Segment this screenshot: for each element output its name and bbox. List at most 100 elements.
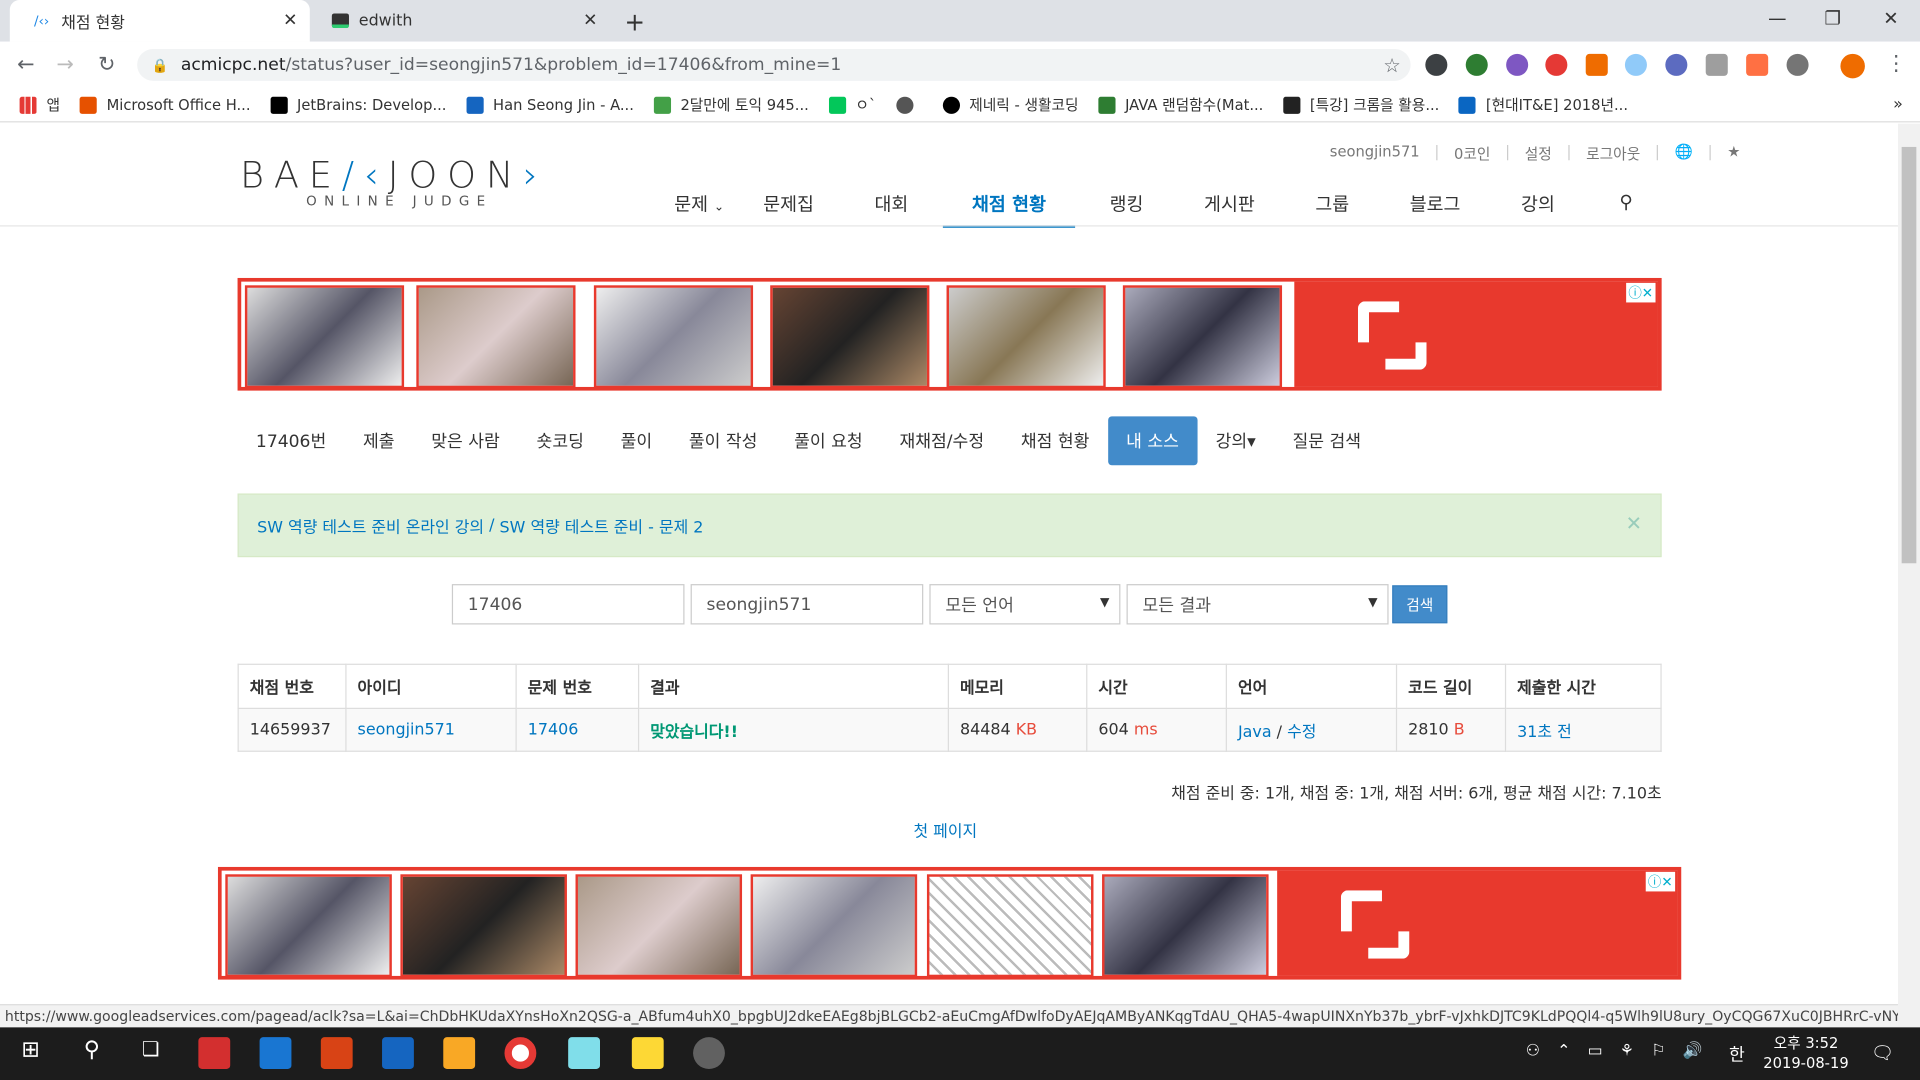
- edit-link[interactable]: 수정: [1287, 723, 1316, 741]
- extension-icon[interactable]: [1705, 53, 1728, 76]
- powerpoint-icon[interactable]: [320, 1037, 353, 1069]
- subnav-solution[interactable]: 풀이: [602, 416, 670, 465]
- result-select[interactable]: 모든 결과 ▼: [1126, 584, 1389, 625]
- bookmark-item[interactable]: Han Seong Jin - A...: [466, 96, 634, 114]
- user-link[interactable]: seongjin571: [358, 721, 455, 739]
- extension-icon[interactable]: [1665, 53, 1688, 76]
- star-icon[interactable]: ★: [1727, 143, 1740, 164]
- bookmark-item[interactable]: 제네릭 - 생활코딩: [942, 94, 1079, 115]
- settings-icon[interactable]: [693, 1037, 725, 1069]
- subnav-rejudge[interactable]: 재채점/수정: [881, 416, 1002, 465]
- globe-icon[interactable]: 🌐: [1675, 143, 1693, 164]
- subnav-problem[interactable]: 17406번: [238, 416, 345, 465]
- forward-icon[interactable]: →: [56, 53, 73, 77]
- extension-icon[interactable]: [1746, 53, 1769, 76]
- nav-ranking[interactable]: 랭킹: [1075, 184, 1178, 228]
- extension-icon[interactable]: [1425, 53, 1448, 76]
- profile-avatar[interactable]: [1840, 53, 1865, 79]
- close-icon[interactable]: ✕: [1626, 512, 1642, 535]
- ad-banner-top[interactable]: ⓘ✕: [237, 277, 1662, 391]
- ime-indicator[interactable]: 한: [1729, 1042, 1745, 1066]
- tab-status[interactable]: /‹› 채점 현황 ✕: [9, 0, 310, 42]
- close-icon[interactable]: ✕: [583, 11, 597, 31]
- word-icon[interactable]: [382, 1037, 414, 1069]
- notification-icon[interactable]: 🗨: [1871, 1042, 1894, 1064]
- app-icon[interactable]: [568, 1037, 601, 1069]
- bookmark-item[interactable]: [895, 96, 923, 114]
- site-logo[interactable]: BAE/‹JOON›: [240, 154, 548, 197]
- ad-banner-bottom[interactable]: ⓘ✕: [217, 866, 1682, 980]
- bookmark-item[interactable]: JAVA 랜덤함수(Mat...: [1098, 94, 1263, 115]
- subnav-lecture[interactable]: 강의▾: [1197, 416, 1274, 465]
- subnav-solvers[interactable]: 맞은 사람: [413, 416, 518, 465]
- chevron-right-icon[interactable]: »: [1893, 96, 1903, 114]
- user-id-input[interactable]: seongjin571: [690, 584, 924, 625]
- bookmark-item[interactable]: 2달만에 토익 945...: [653, 94, 809, 115]
- settings-link[interactable]: 설정: [1525, 143, 1552, 164]
- subnav-write-solution[interactable]: 풀이 작성: [671, 416, 776, 465]
- extension-icon[interactable]: [1786, 53, 1809, 76]
- nav-workbook[interactable]: 문제집: [737, 184, 840, 228]
- extension-icon[interactable]: [1624, 53, 1647, 76]
- alert-link-problem[interactable]: SW 역량 테스트 준비 - 문제 2: [500, 514, 704, 537]
- chrome-icon[interactable]: [504, 1037, 537, 1069]
- app-icon[interactable]: [259, 1037, 292, 1069]
- bookmark-item[interactable]: ㅇ`: [828, 94, 876, 115]
- problem-link[interactable]: 17406: [528, 721, 579, 739]
- alert-link-course[interactable]: SW 역량 테스트 준비 온라인 강의: [257, 514, 484, 537]
- extension-icon[interactable]: [1465, 53, 1488, 76]
- language-select[interactable]: 모든 언어 ▼: [929, 584, 1121, 625]
- search-button[interactable]: 검색: [1392, 585, 1448, 624]
- app-icon[interactable]: [198, 1037, 231, 1069]
- file-explorer-icon[interactable]: [443, 1037, 476, 1069]
- subnav-request-solution[interactable]: 풀이 요청: [776, 416, 881, 465]
- subnav-question-search[interactable]: 질문 검색: [1274, 416, 1379, 465]
- kakaotalk-icon[interactable]: [631, 1037, 664, 1069]
- subnav-submit[interactable]: 제출: [345, 416, 413, 465]
- tab-edwith[interactable]: edwith ✕: [310, 0, 610, 42]
- scrollbar-thumb[interactable]: [1901, 146, 1917, 564]
- extension-icon[interactable]: [1545, 53, 1568, 76]
- extension-icon[interactable]: [1585, 53, 1608, 76]
- close-icon[interactable]: ✕: [283, 11, 297, 31]
- extension-icon[interactable]: [1506, 53, 1529, 76]
- nav-status[interactable]: 채점 현황: [942, 184, 1076, 228]
- bookmark-item[interactable]: [특강] 크롬을 활용...: [1282, 94, 1439, 115]
- logout-link[interactable]: 로그아웃: [1586, 143, 1640, 164]
- close-window-icon[interactable]: ✕: [1883, 7, 1898, 29]
- clock[interactable]: 오후 3:52 2019-08-19: [1763, 1033, 1848, 1072]
- restore-icon[interactable]: ❐: [1825, 7, 1841, 29]
- nav-problems[interactable]: 문제 ⌄: [661, 184, 737, 228]
- subnav-my-source[interactable]: 내 소스: [1107, 416, 1198, 466]
- new-tab-icon[interactable]: +: [624, 7, 645, 36]
- nav-contest[interactable]: 대회: [840, 184, 943, 228]
- nav-blog[interactable]: 블로그: [1384, 184, 1487, 228]
- search-icon[interactable]: ⚲: [1589, 184, 1662, 228]
- task-view-icon[interactable]: ❏: [135, 1037, 167, 1069]
- bookmark-item[interactable]: 앱: [19, 94, 60, 115]
- reload-icon[interactable]: ↻: [98, 53, 115, 77]
- coin-link[interactable]: 0코인: [1454, 143, 1490, 164]
- first-page-link[interactable]: 첫 페이지: [913, 818, 977, 841]
- search-icon[interactable]: ⚲: [76, 1037, 108, 1069]
- nav-board[interactable]: 게시판: [1178, 184, 1281, 228]
- subnav-shortcoding[interactable]: 숏코딩: [518, 416, 602, 465]
- subnav-status[interactable]: 채점 현황: [1002, 416, 1107, 465]
- windows-start-icon[interactable]: ⊞: [15, 1037, 47, 1069]
- menu-icon[interactable]: ⋮: [1886, 51, 1907, 75]
- submitted-time-link[interactable]: 31초 전: [1517, 723, 1572, 741]
- ad-close-icon[interactable]: ⓘ✕: [1625, 282, 1656, 303]
- user-link[interactable]: seongjin571: [1330, 143, 1420, 164]
- address-bar[interactable]: 🔒 acmicpc.net/status?user_id=seongjin571…: [137, 48, 1411, 81]
- system-tray[interactable]: ⚇⌃▭⚘⚐🔊: [1526, 1042, 1720, 1060]
- bookmark-star-icon[interactable]: ☆: [1383, 54, 1401, 77]
- back-icon[interactable]: ←: [17, 53, 34, 77]
- bookmark-item[interactable]: Microsoft Office H...: [79, 96, 251, 114]
- problem-id-input[interactable]: 17406: [451, 584, 685, 625]
- bookmark-item[interactable]: [현대IT&E] 2018년...: [1458, 94, 1628, 115]
- nav-group[interactable]: 그룹: [1281, 184, 1384, 228]
- nav-lecture[interactable]: 강의: [1487, 184, 1590, 228]
- bookmark-item[interactable]: JetBrains: Develop...: [270, 96, 446, 114]
- language-link[interactable]: Java: [1238, 723, 1272, 741]
- minimize-icon[interactable]: —: [1768, 7, 1786, 29]
